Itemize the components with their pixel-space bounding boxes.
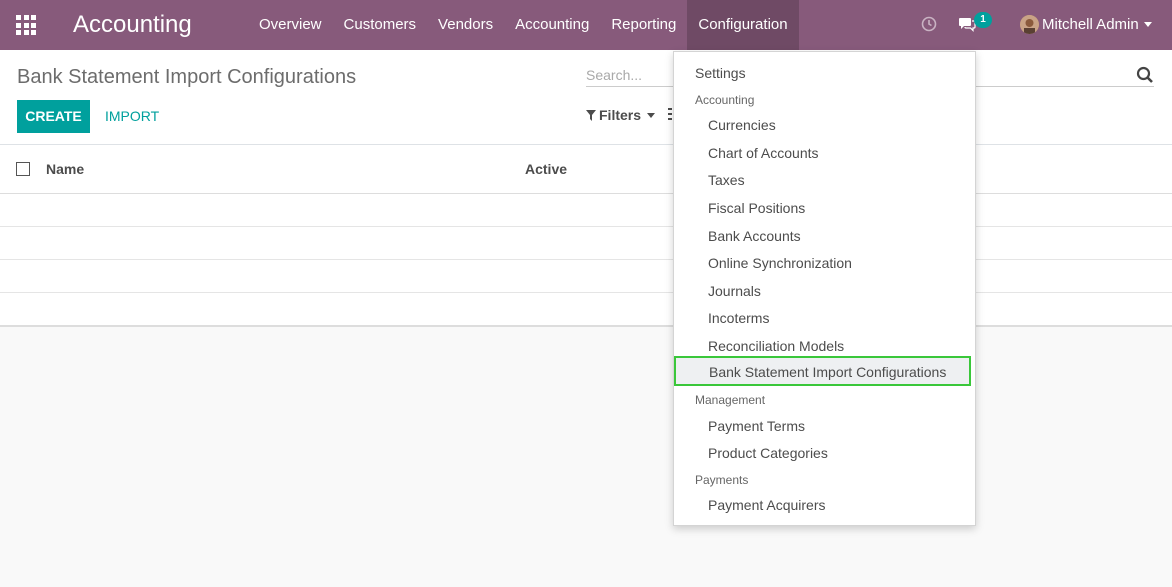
message-count-badge: 1 <box>974 12 992 28</box>
search-icon[interactable] <box>1136 66 1154 84</box>
column-header-name[interactable]: Name <box>46 161 84 177</box>
menu-overview[interactable]: Overview <box>248 0 333 50</box>
create-button[interactable]: CREATE <box>17 100 90 133</box>
menu-item-reconciliation-models[interactable]: Reconciliation Models <box>708 338 844 354</box>
control-panel: Bank Statement Import Configurations CRE… <box>0 50 1172 145</box>
select-all-checkbox[interactable] <box>16 162 30 176</box>
menu-item-bank-statement-import-configurations[interactable]: Bank Statement Import Configurations <box>674 356 971 386</box>
section-header-accounting: Accounting <box>695 93 755 107</box>
menu-item-label: Bank Statement Import Configurations <box>709 364 947 380</box>
section-header-management: Management <box>695 393 766 407</box>
user-name[interactable]: Mitchell Admin <box>1042 16 1139 33</box>
menu-item-product-categories[interactable]: Product Categories <box>708 445 828 461</box>
table-row <box>0 260 1172 293</box>
menu-accounting[interactable]: Accounting <box>504 0 600 50</box>
user-menu-caret-icon[interactable] <box>1144 22 1152 27</box>
filter-icon <box>586 110 596 121</box>
group-by-icon[interactable] <box>668 108 672 120</box>
list-header: Name Active <box>0 145 1172 194</box>
menu-item-chart-of-accounts[interactable]: Chart of Accounts <box>708 145 819 161</box>
table-row <box>0 194 1172 227</box>
section-header-payments: Payments <box>695 473 749 487</box>
app-brand[interactable]: Accounting <box>73 10 192 40</box>
menu-item-incoterms[interactable]: Incoterms <box>708 310 769 326</box>
page-title: Bank Statement Import Configurations <box>17 66 357 88</box>
menu-configuration[interactable]: Configuration <box>687 0 799 50</box>
filters-caret-icon <box>647 113 656 118</box>
table-row <box>0 293 1172 327</box>
menu-item-payment-acquirers[interactable]: Payment Acquirers <box>708 497 826 513</box>
menu-item-payment-terms[interactable]: Payment Terms <box>708 418 805 434</box>
top-navbar: Accounting Overview Customers Vendors Ac… <box>0 0 1172 50</box>
menu-item-fiscal-positions[interactable]: Fiscal Positions <box>708 200 805 216</box>
table-row <box>0 227 1172 260</box>
menu-item-currencies[interactable]: Currencies <box>708 117 776 133</box>
column-header-active[interactable]: Active <box>525 161 567 177</box>
apps-menu-icon[interactable] <box>16 15 36 35</box>
filters-label: Filters <box>599 107 642 123</box>
list-view: Name Active <box>0 145 1172 327</box>
menu-vendors[interactable]: Vendors <box>427 0 504 50</box>
configuration-dropdown: Settings Accounting Currencies Chart of … <box>673 51 976 526</box>
main-menu: Overview Customers Vendors Accounting Re… <box>248 0 799 50</box>
menu-item-taxes[interactable]: Taxes <box>708 172 745 188</box>
filters-dropdown[interactable]: Filters <box>586 107 656 123</box>
menu-item-online-synchronization[interactable]: Online Synchronization <box>708 255 852 271</box>
import-button[interactable]: IMPORT <box>105 100 159 133</box>
menu-item-settings[interactable]: Settings <box>695 65 746 81</box>
menu-item-journals[interactable]: Journals <box>708 283 761 299</box>
menu-item-bank-accounts[interactable]: Bank Accounts <box>708 228 801 244</box>
menu-customers[interactable]: Customers <box>333 0 428 50</box>
user-avatar[interactable] <box>1020 15 1039 34</box>
menu-reporting[interactable]: Reporting <box>600 0 687 50</box>
activity-clock-icon[interactable] <box>921 16 937 32</box>
